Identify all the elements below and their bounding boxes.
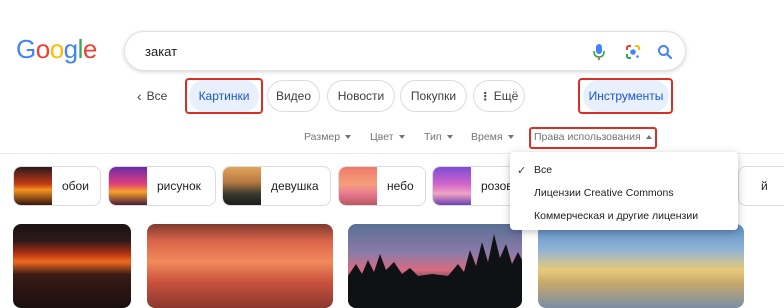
filter-type[interactable]: Тип [424, 131, 453, 143]
caret-down-icon [345, 135, 352, 139]
filter-size[interactable]: Размер [304, 131, 352, 143]
filter-color[interactable]: Цвет [370, 131, 405, 143]
filter-bar: Размер Цвет Тип Время Права использовани… [0, 127, 784, 149]
usage-rights-menu: ✓ Все Лицензии Creative Commons Коммерче… [510, 152, 738, 230]
chip-label: рисунок [157, 179, 201, 193]
image-result[interactable] [147, 224, 333, 308]
related-chip[interactable]: обои [13, 166, 101, 206]
google-logo[interactable]: Google [16, 34, 97, 65]
related-chip[interactable]: небо [338, 166, 426, 206]
chip-label: обои [62, 179, 89, 193]
chevron-left-icon: ‹ [137, 88, 142, 104]
tab-video[interactable]: Видео [267, 80, 320, 112]
image-result[interactable] [13, 224, 131, 308]
chip-label: й [761, 179, 768, 193]
tab-video-label: Видео [275, 89, 312, 103]
tab-images-highlight [185, 78, 263, 114]
search-tabs: ‹ Все Картинки Видео Новости Покупки ⋮ Е… [0, 78, 784, 114]
chip-thumbnail [339, 167, 377, 205]
logo-letter: g [63, 34, 78, 64]
microphone-icon[interactable] [589, 42, 609, 62]
related-chip[interactable]: й [738, 166, 784, 206]
chip-label: небо [387, 179, 414, 193]
more-vertical-icon: ⋮ [479, 90, 491, 103]
chip-thumbnail [433, 167, 471, 205]
treeline-silhouette [348, 234, 522, 308]
option-label: Коммерческая и другие лицензии [534, 210, 699, 222]
logo-letter: o [49, 34, 64, 64]
caret-down-icon [507, 135, 514, 139]
caret-down-icon [398, 135, 405, 139]
tab-news-label: Новости [337, 89, 385, 103]
usage-rights-option-commercial[interactable]: Коммерческая и другие лицензии [534, 210, 698, 222]
image-result[interactable] [348, 224, 522, 308]
logo-letter: G [16, 34, 36, 64]
tab-shopping-label: Покупки [410, 89, 457, 103]
tab-all[interactable]: ‹ Все [137, 88, 167, 104]
tab-shopping[interactable]: Покупки [400, 80, 467, 112]
checkmark-icon: ✓ [517, 165, 527, 177]
logo-letter: e [82, 34, 97, 64]
related-chip[interactable]: девушка [222, 166, 331, 206]
usage-rights-option-creative-commons[interactable]: Лицензии Creative Commons [534, 187, 674, 199]
search-input[interactable]: закат [145, 44, 177, 59]
related-chip[interactable]: рисунок [108, 166, 216, 206]
usage-rights-highlight [529, 127, 657, 149]
chip-label: девушка [271, 179, 319, 193]
tools-highlight [578, 78, 673, 114]
filter-color-label: Цвет [370, 131, 394, 143]
filter-time-label: Время [471, 131, 503, 143]
search-box[interactable]: закат [124, 31, 686, 71]
option-label: Все [534, 164, 553, 176]
chip-thumbnail [109, 167, 147, 205]
logo-letter: o [35, 34, 50, 64]
search-icon[interactable] [655, 42, 675, 62]
google-lens-icon[interactable] [623, 42, 643, 62]
related-chip[interactable]: розов [432, 166, 522, 206]
tab-more[interactable]: ⋮ Ещё [473, 80, 525, 112]
filter-size-label: Размер [304, 131, 341, 143]
chip-thumbnail [14, 167, 52, 205]
image-result[interactable] [538, 224, 744, 308]
tab-news[interactable]: Новости [327, 80, 395, 112]
chip-label: розов [481, 179, 513, 193]
tab-more-label: Ещё [493, 89, 519, 103]
usage-rights-option-all[interactable]: Все [534, 164, 552, 176]
filter-type-label: Тип [424, 131, 442, 143]
chip-thumbnail [223, 167, 261, 205]
option-label: Лицензии Creative Commons [534, 187, 674, 199]
caret-down-icon [446, 135, 453, 139]
tab-all-label: Все [146, 89, 168, 103]
filter-time[interactable]: Время [471, 131, 514, 143]
